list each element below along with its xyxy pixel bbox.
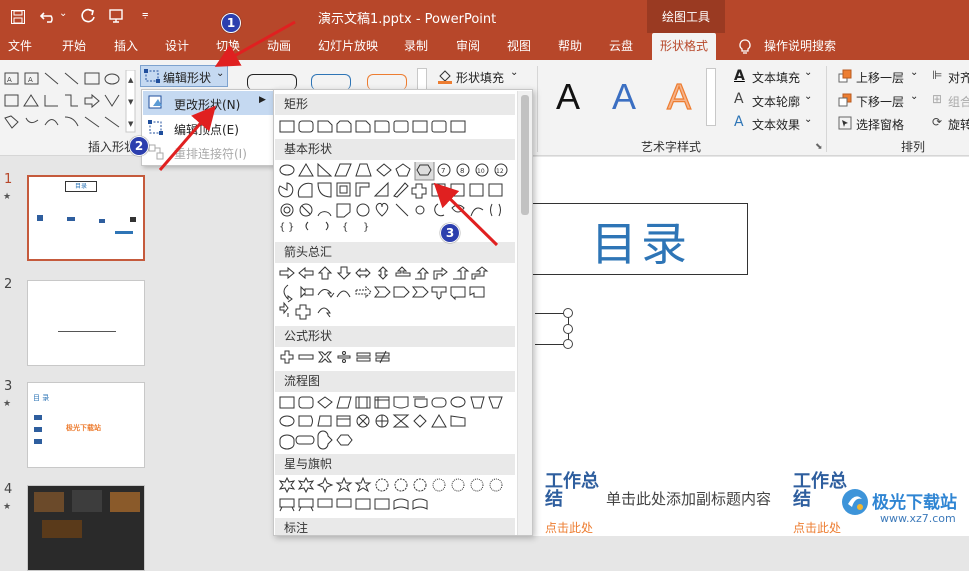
annotation-arrows [158,20,499,247]
step-badge: 1 [221,13,241,33]
step-badge: 2 [129,136,149,156]
arrow-2 [158,105,216,171]
step-badge: 3 [440,223,460,243]
